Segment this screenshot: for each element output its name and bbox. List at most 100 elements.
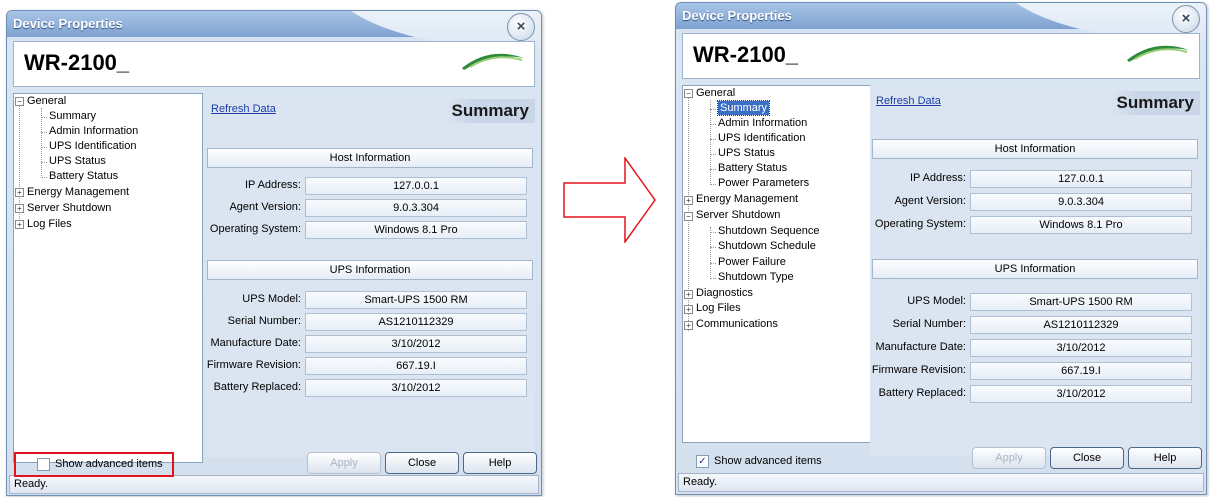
nav-tree: − General Summary Admin Information UPS … xyxy=(682,85,872,443)
tree-item-server-shutdown[interactable]: Server Shutdown xyxy=(696,208,780,222)
ip-address-value: 127.0.0.1 xyxy=(305,177,527,195)
collapse-icon[interactable]: − xyxy=(684,212,693,221)
battery-replaced-label: Battery Replaced: xyxy=(213,381,301,393)
serial-number-value: AS1210112329 xyxy=(305,313,527,331)
tree-item-ups-status[interactable]: UPS Status xyxy=(718,146,775,160)
host-info-header: Host Information xyxy=(207,148,533,168)
manufacture-date-label: Manufacture Date: xyxy=(875,341,967,353)
ups-info-header: UPS Information xyxy=(872,259,1198,279)
expand-icon[interactable]: + xyxy=(15,220,24,229)
tree-item-admin-information[interactable]: Admin Information xyxy=(49,124,138,138)
brand-swoosh-icon xyxy=(462,53,524,70)
status-bar: Ready. xyxy=(678,473,1204,492)
ups-model-label: UPS Model: xyxy=(907,295,966,307)
ip-address-value: 127.0.0.1 xyxy=(970,170,1192,188)
agent-version-label: Agent Version: xyxy=(894,195,966,207)
dialog-title: Device Properties xyxy=(13,16,123,31)
page-title: Summary xyxy=(1110,91,1200,115)
highlight-box xyxy=(14,452,174,477)
manufacture-date-value: 3/10/2012 xyxy=(305,335,527,353)
serial-number-label: Serial Number: xyxy=(227,315,301,327)
host-info-header: Host Information xyxy=(872,139,1198,159)
agent-version-label: Agent Version: xyxy=(229,201,301,213)
tree-item-power-parameters[interactable]: Power Parameters xyxy=(718,176,809,190)
tree-item-energy-management[interactable]: Energy Management xyxy=(27,185,129,199)
firmware-revision-value: 667.19.I xyxy=(305,357,527,375)
nav-tree: − General Summary Admin Information UPS … xyxy=(13,93,203,463)
tree-item-summary[interactable]: Summary xyxy=(49,109,96,123)
ups-info-header: UPS Information xyxy=(207,260,533,280)
tree-item-log-files[interactable]: Log Files xyxy=(27,217,72,231)
arrow-right-icon xyxy=(563,157,656,243)
manufacture-date-label: Manufacture Date: xyxy=(210,337,302,349)
tree-item-summary[interactable]: Summary xyxy=(716,100,771,116)
device-header: WR-2100_ xyxy=(682,33,1200,79)
summary-panel: Refresh Data Summary Host Information IP… xyxy=(870,85,1200,456)
close-button[interactable]: Close xyxy=(385,452,459,474)
apply-button[interactable]: Apply xyxy=(972,447,1046,469)
device-header: WR-2100_ xyxy=(13,41,535,87)
ups-model-value: Smart-UPS 1500 RM xyxy=(305,291,527,309)
collapse-icon[interactable]: − xyxy=(15,97,24,106)
show-advanced-checkbox[interactable]: ✓ xyxy=(696,455,709,468)
operating-system-value: Windows 8.1 Pro xyxy=(305,221,527,239)
tree-item-ups-identification[interactable]: UPS Identification xyxy=(49,139,136,153)
expand-icon[interactable]: + xyxy=(15,188,24,197)
firmware-revision-label: Firmware Revision: xyxy=(871,364,966,376)
page-title: Summary xyxy=(445,99,535,123)
show-advanced-label[interactable]: Show advanced items xyxy=(714,454,822,468)
battery-replaced-label: Battery Replaced: xyxy=(878,387,966,399)
apply-button[interactable]: Apply xyxy=(307,452,381,474)
tree-item-general[interactable]: General xyxy=(696,86,735,100)
dialog-before: Device Properties × WR-2100_ − General S… xyxy=(6,10,542,496)
tree-item-communications[interactable]: Communications xyxy=(696,317,778,331)
help-button[interactable]: Help xyxy=(1128,447,1202,469)
tree-item-diagnostics[interactable]: Diagnostics xyxy=(696,286,753,300)
expand-icon[interactable]: + xyxy=(684,196,693,205)
agent-version-value: 9.0.3.304 xyxy=(305,199,527,217)
device-name: WR-2100_ xyxy=(693,42,799,67)
summary-panel: Refresh Data Summary Host Information IP… xyxy=(205,93,535,457)
ip-address-label: IP Address: xyxy=(909,172,966,184)
manufacture-date-value: 3/10/2012 xyxy=(970,339,1192,357)
serial-number-label: Serial Number: xyxy=(892,318,966,330)
tree-item-ups-status[interactable]: UPS Status xyxy=(49,154,106,168)
refresh-data-link[interactable]: Refresh Data xyxy=(211,103,276,115)
tree-item-server-shutdown[interactable]: Server Shutdown xyxy=(27,201,111,215)
tree-item-energy-management[interactable]: Energy Management xyxy=(696,192,798,206)
expand-icon[interactable]: + xyxy=(15,204,24,213)
battery-replaced-value: 3/10/2012 xyxy=(970,385,1192,403)
device-name: WR-2100_ xyxy=(24,50,130,75)
operating-system-label: Operating System: xyxy=(209,223,301,235)
dialog-after: Device Properties × WR-2100_ − General S… xyxy=(675,2,1207,495)
agent-version-value: 9.0.3.304 xyxy=(970,193,1192,211)
tree-item-general[interactable]: General xyxy=(27,94,66,108)
tree-item-shutdown-sequence[interactable]: Shutdown Sequence xyxy=(718,224,820,238)
tree-item-shutdown-schedule[interactable]: Shutdown Schedule xyxy=(718,239,816,253)
expand-icon[interactable]: + xyxy=(684,305,693,314)
operating-system-value: Windows 8.1 Pro xyxy=(970,216,1192,234)
help-button[interactable]: Help xyxy=(463,452,537,474)
close-button[interactable]: Close xyxy=(1050,447,1124,469)
tree-item-battery-status[interactable]: Battery Status xyxy=(49,169,118,183)
ip-address-label: IP Address: xyxy=(244,179,301,191)
refresh-data-link[interactable]: Refresh Data xyxy=(876,95,941,107)
expand-icon[interactable]: + xyxy=(684,290,693,299)
tree-item-power-failure[interactable]: Power Failure xyxy=(718,255,786,269)
tree-item-shutdown-type[interactable]: Shutdown Type xyxy=(718,270,794,284)
brand-swoosh-icon xyxy=(1127,45,1189,62)
ups-model-label: UPS Model: xyxy=(242,293,301,305)
close-icon[interactable]: × xyxy=(507,13,535,41)
tree-item-ups-identification[interactable]: UPS Identification xyxy=(718,131,805,145)
firmware-revision-value: 667.19.I xyxy=(970,362,1192,380)
dialog-title: Device Properties xyxy=(682,8,792,23)
operating-system-label: Operating System: xyxy=(874,218,966,230)
battery-replaced-value: 3/10/2012 xyxy=(305,379,527,397)
tree-item-log-files[interactable]: Log Files xyxy=(696,301,741,315)
tree-item-battery-status[interactable]: Battery Status xyxy=(718,161,787,175)
expand-icon[interactable]: + xyxy=(684,321,693,330)
status-bar: Ready. xyxy=(9,475,539,494)
tree-item-admin-information[interactable]: Admin Information xyxy=(718,116,807,130)
collapse-icon[interactable]: − xyxy=(684,89,693,98)
close-icon[interactable]: × xyxy=(1172,5,1200,33)
